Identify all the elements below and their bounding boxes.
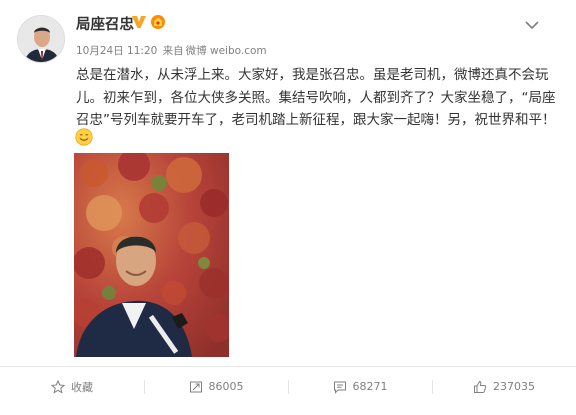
comment-button[interactable]: 68271 bbox=[288, 367, 432, 406]
favorite-label: 收藏 bbox=[71, 380, 93, 394]
post-meta: 10月24日 11:20 来自 微博 weibo.com bbox=[76, 43, 269, 58]
repost-button[interactable]: 86005 bbox=[144, 367, 288, 406]
source-prefix: 来自 bbox=[162, 45, 184, 57]
like-count: 237035 bbox=[493, 380, 535, 393]
chevron-down-icon[interactable] bbox=[524, 16, 540, 30]
repost-count: 86005 bbox=[208, 380, 244, 393]
member-badge-icon[interactable] bbox=[150, 14, 166, 30]
post-source[interactable]: 微博 weibo.com bbox=[186, 45, 267, 57]
post-photo[interactable] bbox=[74, 153, 229, 357]
weibo-post-card: 局座召忠 10月24日 11:20 来自 微博 weibo.com 总是在潜水，从… bbox=[0, 0, 576, 415]
post-text-line: 召忠”号列车就要开车了，老司机踏上新征程，跟大家一起嗨！另，祝世界和平！ bbox=[76, 112, 556, 128]
star-icon bbox=[51, 379, 65, 394]
author-name[interactable]: 局座召忠 bbox=[76, 13, 134, 34]
post-text: 总是在潜水，从未浮上来。大家好，我是张召忠。虽是老司机，微博还真不会玩 儿。初来… bbox=[76, 64, 556, 132]
comment-count: 68271 bbox=[352, 380, 388, 393]
repost-icon bbox=[189, 381, 202, 392]
smile-emoji-icon bbox=[75, 128, 93, 146]
post-time[interactable]: 10月24日 11:20 bbox=[76, 45, 157, 57]
comment-icon bbox=[333, 381, 346, 394]
avatar[interactable] bbox=[17, 15, 65, 63]
post-text-line: 总是在潜水，从未浮上来。大家好，我是张召忠。虽是老司机，微博还真不会玩 bbox=[76, 67, 549, 83]
thumbs-up-icon bbox=[474, 380, 487, 393]
favorite-button[interactable]: 收藏 bbox=[0, 367, 144, 406]
like-button[interactable]: 237035 bbox=[432, 367, 576, 406]
post-text-line: 儿。初来乍到，各位大侠多关照。集结号吹响，人都到齐了？大家坐稳了，“局座 bbox=[76, 89, 556, 106]
action-bar: 收藏 86005 68271 237035 bbox=[0, 366, 576, 406]
verified-badge-icon bbox=[131, 14, 147, 30]
